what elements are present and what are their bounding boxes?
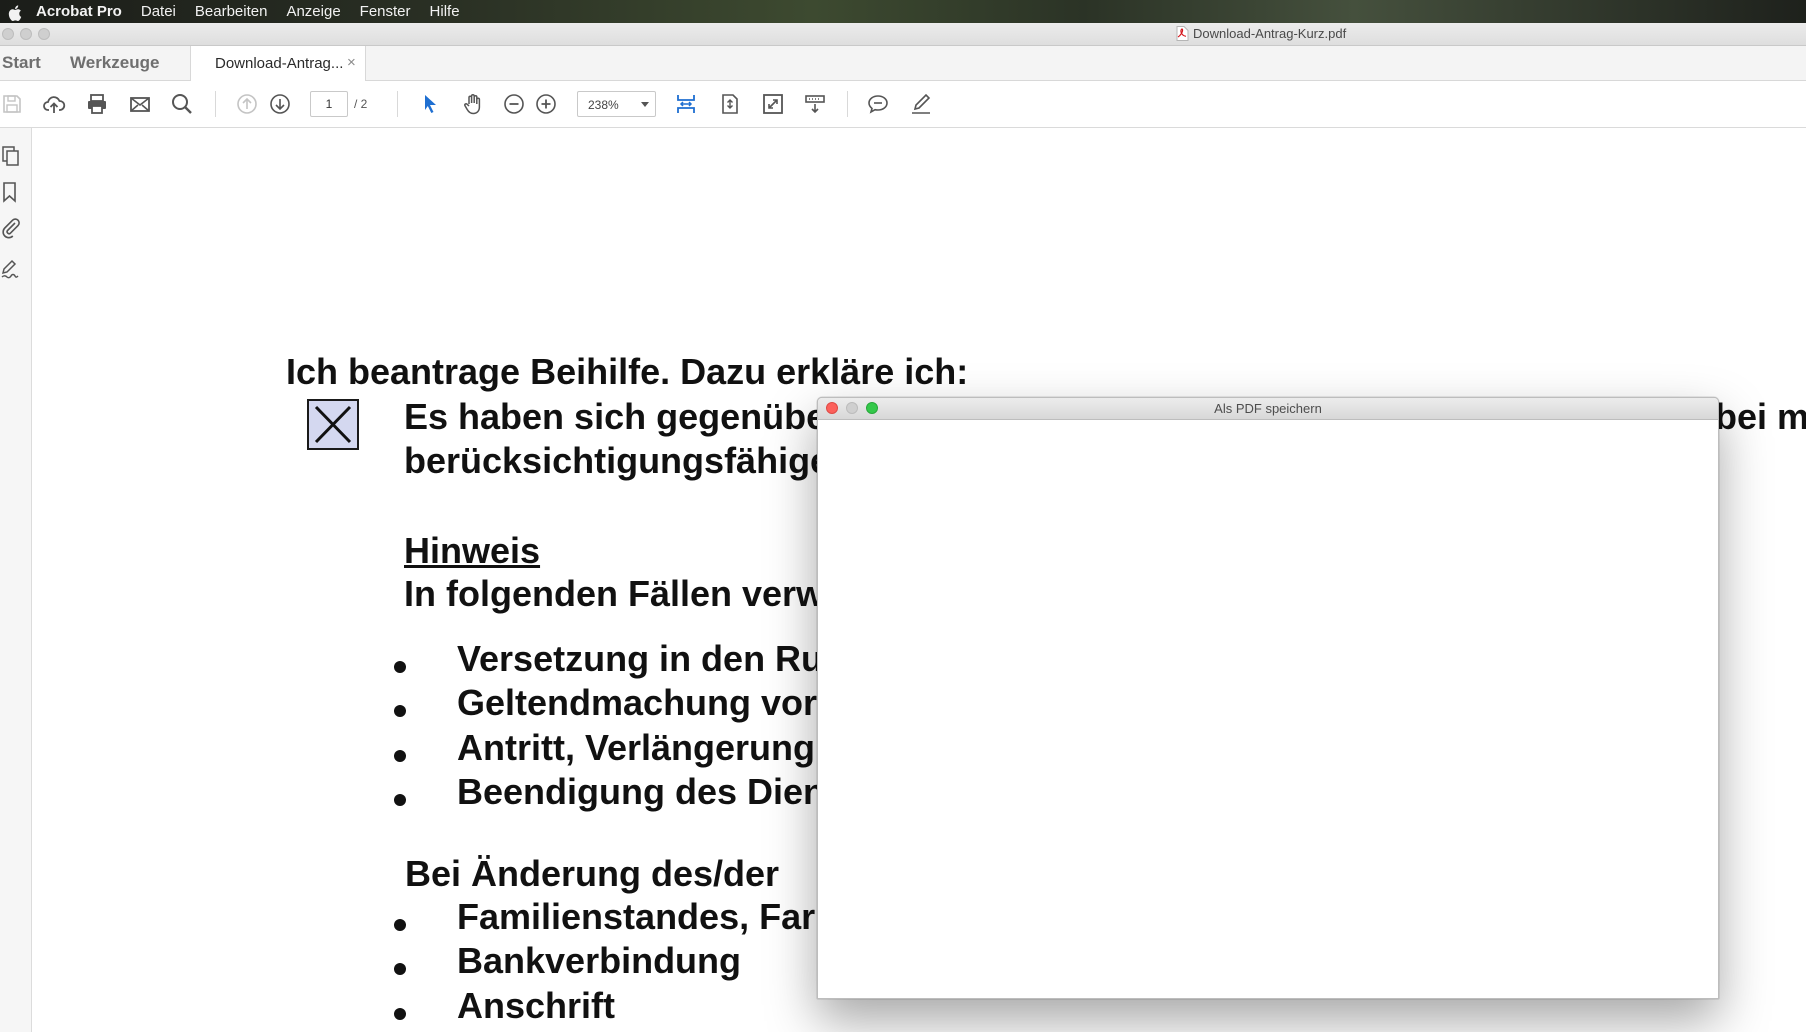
toolbar-separator: [847, 91, 848, 117]
menu-anzeige[interactable]: Anzeige: [286, 0, 340, 23]
list-item: Antritt, Verlängerung: [457, 727, 816, 768]
list-bullet: [394, 919, 406, 931]
toolbar-separator: [397, 91, 398, 117]
hinweis-heading: Hinweis: [404, 530, 541, 571]
list-bullet: [394, 1008, 406, 1020]
tab-document[interactable]: Download-Antrag... ×: [190, 46, 366, 81]
menu-fenster[interactable]: Fenster: [360, 0, 411, 23]
chevron-down-icon: [641, 102, 649, 107]
list-item: Bankverbindung: [457, 940, 742, 981]
tab-document-label: Download-Antrag...: [215, 55, 344, 72]
window-zoom-button[interactable]: [38, 28, 50, 40]
zoom-select[interactable]: 238%: [577, 91, 656, 117]
list-bullet: [394, 794, 406, 806]
tab-werkzeuge[interactable]: Werkzeuge: [70, 53, 159, 73]
tab-bar: Start Werkzeuge Download-Antrag... ×: [0, 46, 1806, 81]
menu-app-name[interactable]: Acrobat Pro: [36, 0, 122, 23]
list-item: Beendigung des Dien: [457, 771, 826, 812]
document-heading: Ich beantrage Beihilfe. Dazu erkläre ich…: [286, 351, 969, 392]
hinweis-text: In folgenden Fällen verw: [404, 573, 825, 614]
search-icon[interactable]: [170, 92, 194, 116]
mail-icon[interactable]: [128, 92, 152, 116]
dialog-title: Als PDF speichern: [1214, 401, 1322, 416]
list-item: Geltendmachung vor: [457, 682, 818, 723]
toolbar: / 2 238%: [0, 81, 1806, 128]
fit-width-icon[interactable]: [674, 92, 698, 116]
form-checkbox[interactable]: [307, 399, 359, 450]
comment-icon[interactable]: [866, 92, 890, 116]
list-item: Anschrift: [457, 985, 616, 1026]
navigation-pane: [0, 128, 32, 1032]
paragraph-line-2: berücksichtigungsfähige: [404, 440, 831, 481]
apple-logo-icon[interactable]: [8, 4, 22, 21]
page-number-input[interactable]: [310, 91, 348, 117]
tab-close-icon[interactable]: ×: [347, 54, 356, 71]
window-title: Download-Antrag-Kurz.pdf: [1176, 26, 1346, 41]
page-down-icon[interactable]: [268, 92, 292, 116]
list-item: Familienstandes, Far: [457, 896, 816, 937]
list-item: Versetzung in den Ru: [457, 638, 824, 679]
pdf-file-icon: [1176, 26, 1189, 41]
window-title-text: Download-Antrag-Kurz.pdf: [1193, 26, 1347, 41]
zoom-in-icon[interactable]: [534, 92, 558, 116]
zoom-value: 238%: [588, 98, 619, 112]
full-screen-icon[interactable]: [761, 92, 785, 116]
fit-page-icon[interactable]: [718, 92, 742, 116]
menu-hilfe[interactable]: Hilfe: [430, 0, 460, 23]
pages-icon[interactable]: [0, 144, 22, 168]
upload-cloud-icon[interactable]: [42, 92, 66, 116]
window-close-button[interactable]: [2, 28, 14, 40]
select-pointer-icon[interactable]: [418, 92, 442, 116]
dialog-body: [818, 420, 1718, 998]
zoom-out-icon[interactable]: [502, 92, 526, 116]
hand-tool-icon[interactable]: [461, 92, 485, 116]
list-bullet: [394, 661, 406, 673]
attachment-icon[interactable]: [0, 216, 22, 240]
scroll-mode-icon[interactable]: [803, 92, 827, 116]
aenderung-heading: Bei Änderung des/der: [405, 853, 780, 894]
list-bullet: [394, 750, 406, 762]
toolbar-separator: [215, 91, 216, 117]
save-icon[interactable]: [0, 92, 24, 116]
print-icon[interactable]: [85, 92, 109, 116]
menu-bearbeiten[interactable]: Bearbeiten: [195, 0, 268, 23]
tab-start[interactable]: Start: [2, 53, 41, 73]
window-minimize-button[interactable]: [20, 28, 32, 40]
page-total-label: / 2: [354, 97, 368, 111]
list-bullet: [394, 705, 406, 717]
bookmark-icon[interactable]: [0, 180, 22, 204]
menu-datei[interactable]: Datei: [141, 0, 176, 23]
list-bullet: [394, 963, 406, 975]
dialog-titlebar[interactable]: Als PDF speichern: [818, 398, 1718, 420]
signature-icon[interactable]: [0, 256, 22, 280]
sign-pen-icon[interactable]: [909, 92, 933, 116]
save-as-pdf-dialog[interactable]: Als PDF speichern: [817, 397, 1719, 999]
menu-bar: Acrobat Pro Datei Bearbeiten Anzeige Fen…: [0, 0, 1806, 23]
window-titlebar: Download-Antrag-Kurz.pdf: [0, 23, 1806, 46]
paragraph-line-1: Es haben sich gegenübe: [404, 396, 827, 437]
page-up-icon[interactable]: [235, 92, 259, 116]
paragraph-line-1-end: bei mi: [1715, 396, 1806, 437]
